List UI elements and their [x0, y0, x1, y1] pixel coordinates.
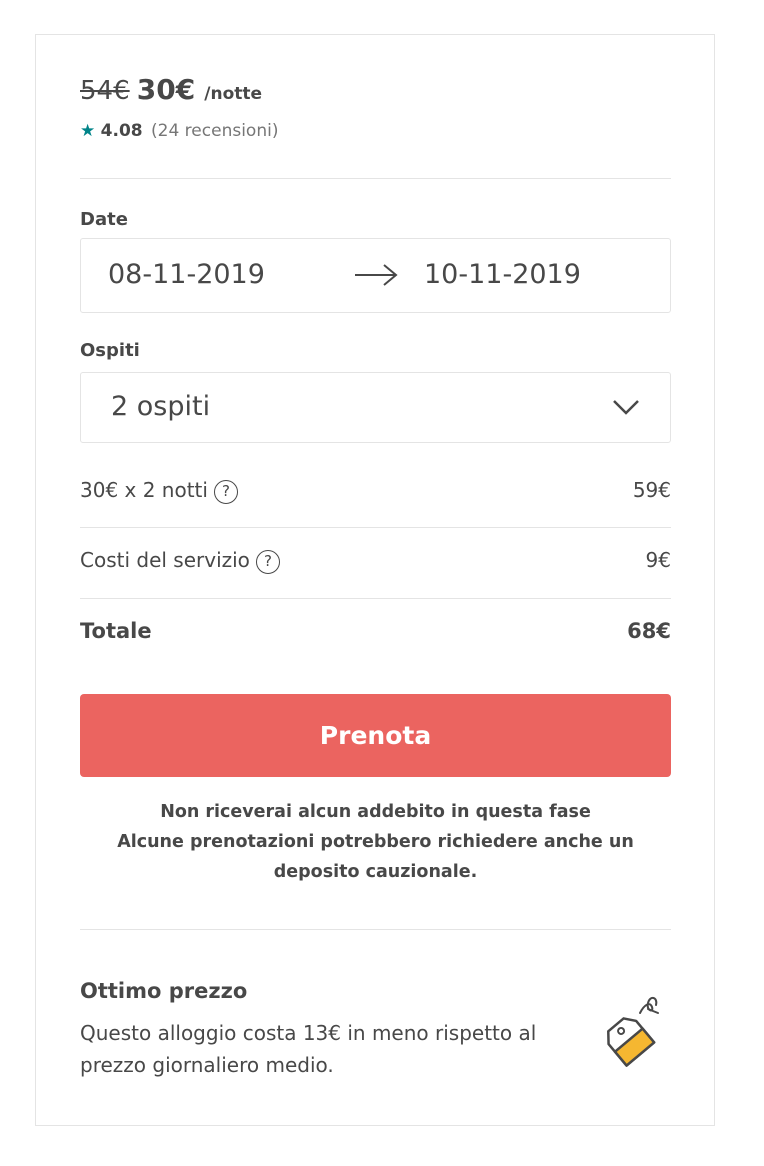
price-tag-icon: [607, 997, 659, 1067]
total-label: Totale: [80, 619, 152, 643]
nights-cost-row: 30€ x 2 notti? 59€: [80, 478, 671, 508]
current-price: 30€: [136, 73, 196, 106]
old-price: 54€: [80, 76, 130, 106]
check-in-date[interactable]: 08-11-2019: [108, 259, 265, 290]
divider: [80, 598, 671, 599]
arrow-right-icon: [355, 264, 398, 286]
chevron-down-icon: [613, 400, 639, 415]
deal-description: Questo alloggio costa 13€ in meno rispet…: [80, 1021, 537, 1077]
per-night-label: /notte: [204, 84, 263, 104]
total-value: 68€: [627, 619, 671, 643]
guests-selected-value: 2 ospiti: [111, 391, 211, 422]
nights-cost-text: 30€ x 2 notti: [80, 478, 208, 502]
date-range-picker[interactable]: 08-11-2019 10-11-2019: [80, 238, 671, 313]
service-fee-label: Costi del servizio?: [80, 548, 280, 574]
guests-select[interactable]: 2 ospiti: [80, 372, 671, 443]
question-circle-icon[interactable]: ?: [255, 550, 280, 574]
notice-line: Alcune prenotazioni potrebbero richieder…: [117, 832, 634, 852]
charge-notice: Non riceverai alcun addebito in questa f…: [80, 797, 671, 887]
price-line: 54€ 30€ /notte: [80, 73, 262, 106]
reviews-link[interactable]: (24 recensioni): [151, 121, 278, 141]
divider: [80, 178, 671, 179]
service-fee-row: Costi del servizio? 9€: [80, 548, 671, 578]
nights-cost-value: 59€: [632, 478, 671, 502]
nights-cost-label: 30€ x 2 notti?: [80, 478, 238, 504]
notice-line: deposito cauzionale.: [273, 862, 478, 882]
check-out-date[interactable]: 10-11-2019: [424, 259, 581, 290]
service-fee-text: Costi del servizio: [80, 548, 250, 572]
total-row: Totale 68€: [80, 619, 671, 649]
book-button[interactable]: Prenota: [80, 694, 671, 777]
service-fee-value: 9€: [645, 548, 671, 572]
notice-line: Non riceverai alcun addebito in questa f…: [160, 802, 591, 822]
deal-title: Ottimo prezzo: [80, 979, 248, 1003]
rating-value: 4.08: [100, 121, 143, 141]
star-icon: ★: [80, 121, 96, 141]
booking-card: 54€ 30€ /notte ★ 4.08 (24 recensioni) Da…: [35, 34, 715, 1126]
divider: [80, 527, 671, 528]
divider: [80, 929, 671, 930]
question-circle-icon[interactable]: ?: [213, 480, 238, 504]
dates-label: Date: [80, 209, 128, 230]
rating-line[interactable]: ★ 4.08 (24 recensioni): [80, 121, 278, 141]
guests-label: Ospiti: [80, 340, 140, 361]
